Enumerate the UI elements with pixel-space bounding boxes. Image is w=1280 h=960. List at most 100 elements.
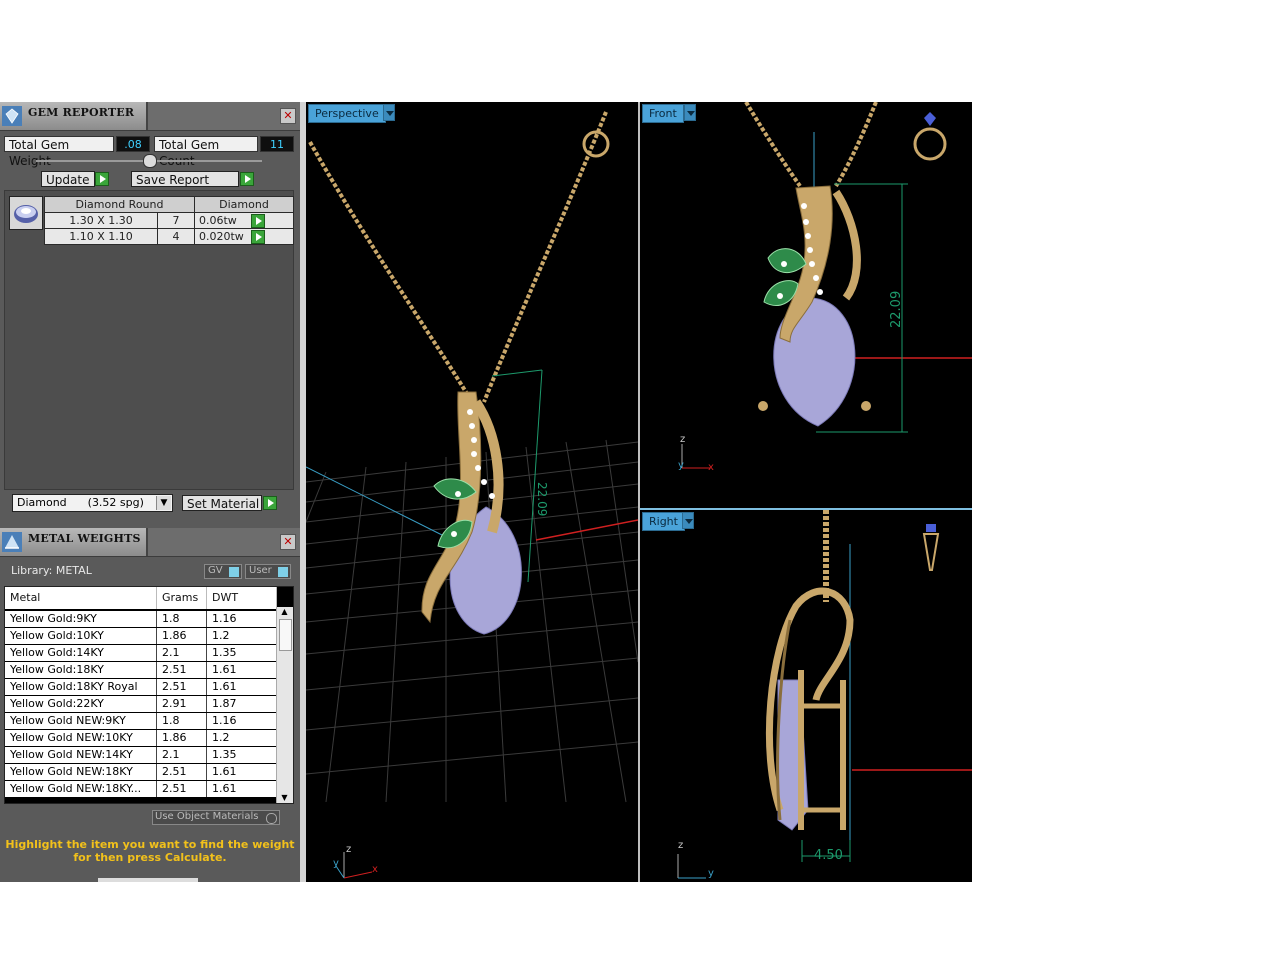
right-viewport[interactable]: 4.50 z y Right <box>640 510 972 882</box>
use-object-materials-label: Use Object Materials <box>155 811 259 822</box>
slider-handle[interactable] <box>143 154 157 168</box>
set-material-play-icon[interactable] <box>263 496 277 510</box>
front-view-label[interactable]: Front <box>642 104 684 123</box>
metal-list-header: Metal Grams DWT <box>5 587 277 609</box>
front-axis-z-label: z <box>680 434 686 445</box>
update-play-icon[interactable] <box>95 172 109 186</box>
gem-size: 1.10 X 1.10 <box>44 228 158 245</box>
perspective-viewport[interactable]: 22.09 z y x Perspective <box>306 102 638 882</box>
gem-reporter-title: GEM REPORTER <box>28 106 135 119</box>
diamond-thumbnail <box>9 196 43 230</box>
hint-line-2: for then press Calculate. <box>73 851 227 864</box>
left-panel: GEM REPORTER ✕ Total Gem Weight .08 Tota… <box>0 102 300 882</box>
metal-cell-metal: Yellow Gold NEW:9KY <box>5 713 157 729</box>
right-dropdown-icon[interactable] <box>682 512 694 529</box>
axis-z-label: z <box>346 844 352 855</box>
metal-row[interactable]: Yellow Gold:14KY 2.1 1.35 <box>5 645 277 661</box>
front-viewport[interactable]: 22.09 z y x Front <box>640 102 972 508</box>
gem-reporter-tab[interactable]: GEM REPORTER <box>0 102 148 130</box>
chevron-down-icon[interactable]: ▼ <box>156 496 171 510</box>
set-material-button[interactable]: Set Material <box>182 495 262 511</box>
metal-row[interactable]: Yellow Gold NEW:10KY 1.86 1.2 <box>5 730 277 746</box>
metal-cell-metal: Yellow Gold:18KY <box>5 662 157 678</box>
metal-row[interactable]: Yellow Gold NEW:18KY... 2.51 1.61 <box>5 781 277 797</box>
axis-y-label: y <box>333 858 339 869</box>
metal-weights-icon <box>2 532 22 552</box>
total-gem-weight-label: Total Gem Weight <box>4 136 114 168</box>
column-grams[interactable]: Grams <box>157 587 207 609</box>
scroll-thumb[interactable] <box>279 619 292 651</box>
metal-cell-grams: 1.8 <box>157 713 207 729</box>
metal-cell-grams: 2.51 <box>157 679 207 695</box>
ring-front-icon <box>913 127 947 161</box>
front-axis-y-label: y <box>678 460 684 471</box>
scroll-down-icon[interactable]: ▼ <box>279 793 290 803</box>
metal-row[interactable]: Yellow Gold:18KY 2.51 1.61 <box>5 662 277 678</box>
gem-reporter-close-button[interactable]: ✕ <box>280 108 296 124</box>
user-toggle[interactable]: User <box>245 564 291 579</box>
gv-toggle[interactable]: GV <box>204 564 242 579</box>
metal-cell-dwt: 1.61 <box>207 662 277 678</box>
metal-cell-metal: Yellow Gold:14KY <box>5 645 157 661</box>
metal-cell-metal: Yellow Gold:22KY <box>5 696 157 712</box>
front-dropdown-icon[interactable] <box>684 104 696 121</box>
material-select[interactable]: Diamond (3.52 spg) ▼ <box>12 494 173 512</box>
column-dwt[interactable]: DWT <box>207 587 277 609</box>
metal-row[interactable]: Yellow Gold NEW:14KY 2.1 1.35 <box>5 747 277 763</box>
metal-row[interactable]: Yellow Gold:10KY 1.86 1.2 <box>5 628 277 644</box>
metal-row[interactable]: Yellow Gold NEW:9KY 1.8 1.16 <box>5 713 277 729</box>
metal-cell-grams: 1.86 <box>157 628 207 644</box>
metal-weights-tab[interactable]: METAL WEIGHTS <box>0 528 148 556</box>
hint-line-1: Highlight the item you want to find the … <box>5 838 295 851</box>
gem-reporter-title-bar: GEM REPORTER ✕ <box>0 102 300 131</box>
hint-text: Highlight the item you want to find the … <box>0 838 300 864</box>
gem-weight: 0.06tw <box>194 212 294 229</box>
metal-row[interactable]: Yellow Gold:9KY 1.8 1.16 <box>5 611 277 627</box>
metal-weights-close-button[interactable]: ✕ <box>280 534 296 550</box>
material-select-value: Diamond (3.52 spg) <box>17 496 144 509</box>
use-object-materials-toggle[interactable]: Use Object Materials <box>152 810 280 825</box>
update-button[interactable]: Update <box>41 171 95 187</box>
save-report-button[interactable]: Save Report <box>131 171 239 187</box>
gem-header-shape: Diamond Round <box>44 196 195 213</box>
save-report-play-icon[interactable] <box>240 172 254 186</box>
metal-weights-title: METAL WEIGHTS <box>28 532 141 545</box>
metal-list-scrollbar[interactable]: ▲ ▼ <box>276 607 293 803</box>
perspective-dropdown-icon[interactable] <box>383 104 395 121</box>
front-axis-x-label: x <box>708 462 714 473</box>
right-scene: 4.50 <box>677 510 972 879</box>
round-diamond-icon <box>14 205 38 223</box>
column-metal[interactable]: Metal <box>5 587 157 609</box>
metal-cell-dwt: 1.35 <box>207 747 277 763</box>
gv-label: GV <box>208 565 223 576</box>
gem-count: 7 <box>157 212 195 229</box>
metal-cell-grams: 2.51 <box>157 764 207 780</box>
right-axis-y-label: y <box>708 868 714 879</box>
axis-x-label: x <box>372 864 378 875</box>
metal-cell-grams: 2.51 <box>157 662 207 678</box>
metal-cell-dwt: 1.87 <box>207 696 277 712</box>
gem-row-2-play-icon[interactable] <box>251 230 265 244</box>
user-indicator-icon <box>278 567 288 577</box>
metal-list[interactable]: Metal Grams DWT Yellow Gold:9KY 1.8 1.16 Ye… <box>4 586 294 804</box>
user-label: User <box>249 565 272 576</box>
perspective-view-label[interactable]: Perspective <box>308 104 386 123</box>
total-gem-weight-value: .08 <box>116 136 150 152</box>
x-axis-line <box>535 519 638 541</box>
gem-row-1-play-icon[interactable] <box>251 214 265 228</box>
metal-weights-title-bar: METAL WEIGHTS ✕ <box>0 528 300 557</box>
metal-row[interactable]: Yellow Gold:22KY 2.91 1.87 <box>5 696 277 712</box>
metal-cell-dwt: 1.61 <box>207 679 277 695</box>
metal-cell-grams: 2.1 <box>157 747 207 763</box>
metal-cell-dwt: 1.16 <box>207 713 277 729</box>
right-view-label[interactable]: Right <box>642 512 685 531</box>
calculate-button-edge[interactable] <box>98 878 198 882</box>
radio-icon <box>266 813 277 824</box>
scroll-up-icon[interactable]: ▲ <box>279 607 290 617</box>
metal-row[interactable]: Yellow Gold NEW:18KY 2.51 1.61 <box>5 764 277 780</box>
front-scene: 22.09 <box>681 102 972 469</box>
metal-cell-grams: 1.86 <box>157 730 207 746</box>
metal-cell-metal: Yellow Gold:10KY <box>5 628 157 644</box>
metal-row[interactable]: Yellow Gold:18KY Royal 2.51 1.61 <box>5 679 277 695</box>
library-label: Library: METAL <box>11 564 92 577</box>
